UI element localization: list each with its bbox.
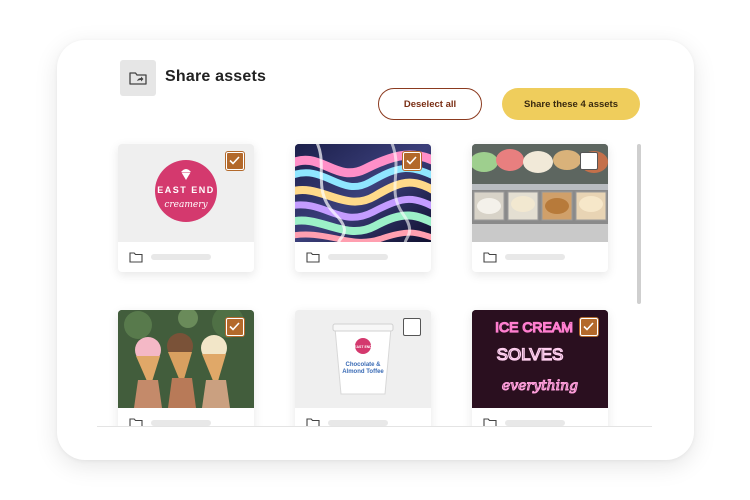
asset-tile[interactable] <box>472 144 608 272</box>
asset-tile[interactable]: ICE CREAM SOLVES everything <box>472 310 608 426</box>
asset-name-placeholder <box>505 254 565 260</box>
folder-icon <box>129 418 143 426</box>
asset-footer <box>118 242 254 272</box>
logo-text-script: creamery <box>164 200 208 210</box>
dialog-title: Share assets <box>165 68 267 85</box>
folder-share-icon <box>120 60 156 96</box>
neon-line2: SOLVES <box>497 345 564 364</box>
asset-tile[interactable]: EAST END creamery <box>118 144 254 272</box>
asset-footer <box>295 242 431 272</box>
folder-icon <box>483 418 497 426</box>
asset-checkbox-checked[interactable] <box>226 318 244 336</box>
asset-checkbox-checked[interactable] <box>226 152 244 170</box>
asset-checkbox-checked[interactable] <box>580 318 598 336</box>
asset-footer <box>295 408 431 426</box>
share-assets-button[interactable]: Share these 4 assets <box>502 88 640 120</box>
asset-name-placeholder <box>328 254 388 260</box>
asset-tile[interactable] <box>118 310 254 426</box>
asset-checkbox-checked[interactable] <box>403 152 421 170</box>
share-assets-dialog: Share assets Deselect all Share these 4 … <box>57 40 694 460</box>
pint-label-line2: Almond Toffee <box>342 369 384 375</box>
neon-line1: ICE CREAM <box>495 319 573 335</box>
asset-name-placeholder <box>151 254 211 260</box>
pint-brand-text: EAST END <box>354 345 372 349</box>
asset-grid: EAST END creamery EAST END Chocolate & A… <box>97 136 657 426</box>
deselect-all-button[interactable]: Deselect all <box>378 88 482 120</box>
asset-tile[interactable] <box>295 144 431 272</box>
neon-line3: everything <box>502 378 578 394</box>
asset-checkbox-unchecked[interactable] <box>580 152 598 170</box>
folder-icon <box>483 252 497 263</box>
grid-bottom-divider <box>97 426 652 427</box>
asset-checkbox-unchecked[interactable] <box>403 318 421 336</box>
asset-footer <box>472 408 608 426</box>
folder-icon <box>306 252 320 263</box>
pint-label-line1: Chocolate & <box>345 362 381 368</box>
asset-footer <box>472 242 608 272</box>
folder-icon <box>306 418 320 426</box>
asset-footer <box>118 408 254 426</box>
scrollbar-thumb[interactable] <box>637 144 641 304</box>
folder-icon <box>129 252 143 263</box>
asset-tile[interactable]: EAST END Chocolate & Almond Toffee <box>295 310 431 426</box>
scrollbar[interactable] <box>637 144 641 304</box>
logo-text-top: EAST END <box>157 185 215 195</box>
